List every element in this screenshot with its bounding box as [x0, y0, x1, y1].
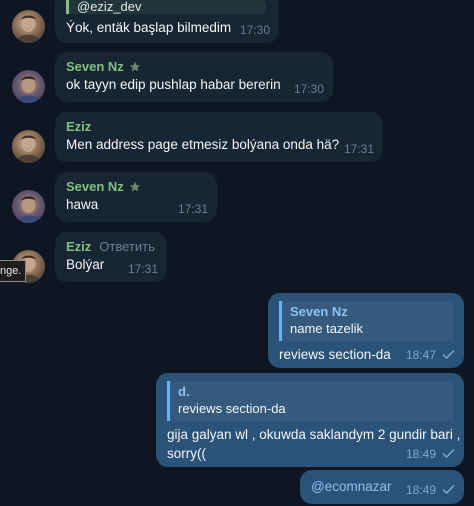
sender-name-label: Seven Nz	[66, 179, 124, 194]
sender-name[interactable]: Seven Nz	[66, 58, 323, 75]
quote-sender: d.	[178, 384, 190, 399]
avatar[interactable]	[12, 10, 45, 43]
avatar-image	[15, 135, 42, 163]
sender-name[interactable]: Seven Nz	[66, 178, 207, 195]
message-time: 17:31	[343, 142, 374, 156]
message-bubble[interactable]: Seven Nz hawa 17:31	[55, 172, 217, 222]
message-text: Ýok, entäk başlap bilmedim	[66, 20, 232, 35]
message-text: Men address page etmesiz bolýana onda hä…	[66, 137, 340, 152]
quote-text: @eziz_dev	[77, 0, 142, 14]
message-time: 17:30	[239, 23, 270, 37]
message-time: 18:49	[405, 447, 436, 461]
message-bubble[interactable]: Seven Nz ok tayyn edip pushlap habar ber…	[55, 52, 333, 102]
avatar[interactable]	[12, 70, 45, 103]
quote-sender: Seven Nz	[290, 304, 348, 319]
sender-name-label: Eziz	[66, 239, 92, 254]
sender-name-label: Seven Nz	[66, 59, 124, 74]
message-time: 17:31	[127, 262, 158, 276]
reply-quote[interactable]: Seven Nz name tazelik	[279, 301, 454, 341]
reply-button[interactable]: Ответить	[99, 239, 155, 254]
avatar[interactable]	[12, 130, 45, 163]
message-bubble[interactable]: @ecomnazar 18:49	[300, 470, 464, 504]
quote-text: reviews section-da	[178, 401, 286, 416]
message-bubble[interactable]: Eziz Men address page etmesiz bolýana on…	[55, 112, 383, 162]
avatar-image	[15, 196, 42, 223]
avatar-image	[15, 76, 42, 103]
sender-name[interactable]: Eziz	[66, 118, 373, 135]
reply-quote[interactable]: @eziz_dev	[66, 0, 266, 14]
read-check-icon	[442, 349, 455, 359]
sender-name[interactable]: Eziz Ответить	[66, 238, 157, 255]
message-time: 18:47	[405, 348, 436, 362]
message-bubble[interactable]: d. reviews section-da gija galyan wl , o…	[156, 373, 464, 467]
read-check-icon	[442, 448, 455, 458]
message-bubble[interactable]: Eziz Ответить Bolýar 17:31	[55, 232, 167, 282]
message-time: 17:31	[177, 202, 208, 216]
reply-quote[interactable]: d. reviews section-da	[167, 381, 454, 421]
star-icon	[129, 61, 140, 71]
star-icon	[129, 181, 140, 191]
avatar-image	[15, 15, 42, 43]
message-time: 18:49	[405, 483, 436, 497]
avatar[interactable]	[12, 190, 45, 223]
message-bubble[interactable]: Seven Nz name tazelik reviews section-da…	[268, 293, 464, 368]
sender-name-label: Eziz	[66, 119, 92, 134]
message-text-line-1: gija galyan wl , okuwda saklandym 2 gund…	[167, 427, 461, 442]
quote-text: name tazelik	[290, 321, 363, 336]
read-check-icon	[442, 484, 455, 494]
message-text: ok tayyn edip pushlap habar bererin	[66, 77, 281, 92]
message-bubble[interactable]: @eziz_dev Ýok, entäk başlap bilmedim 17:…	[55, 0, 279, 43]
tooltip: nge.	[0, 260, 27, 282]
message-time: 17:30	[293, 82, 324, 96]
